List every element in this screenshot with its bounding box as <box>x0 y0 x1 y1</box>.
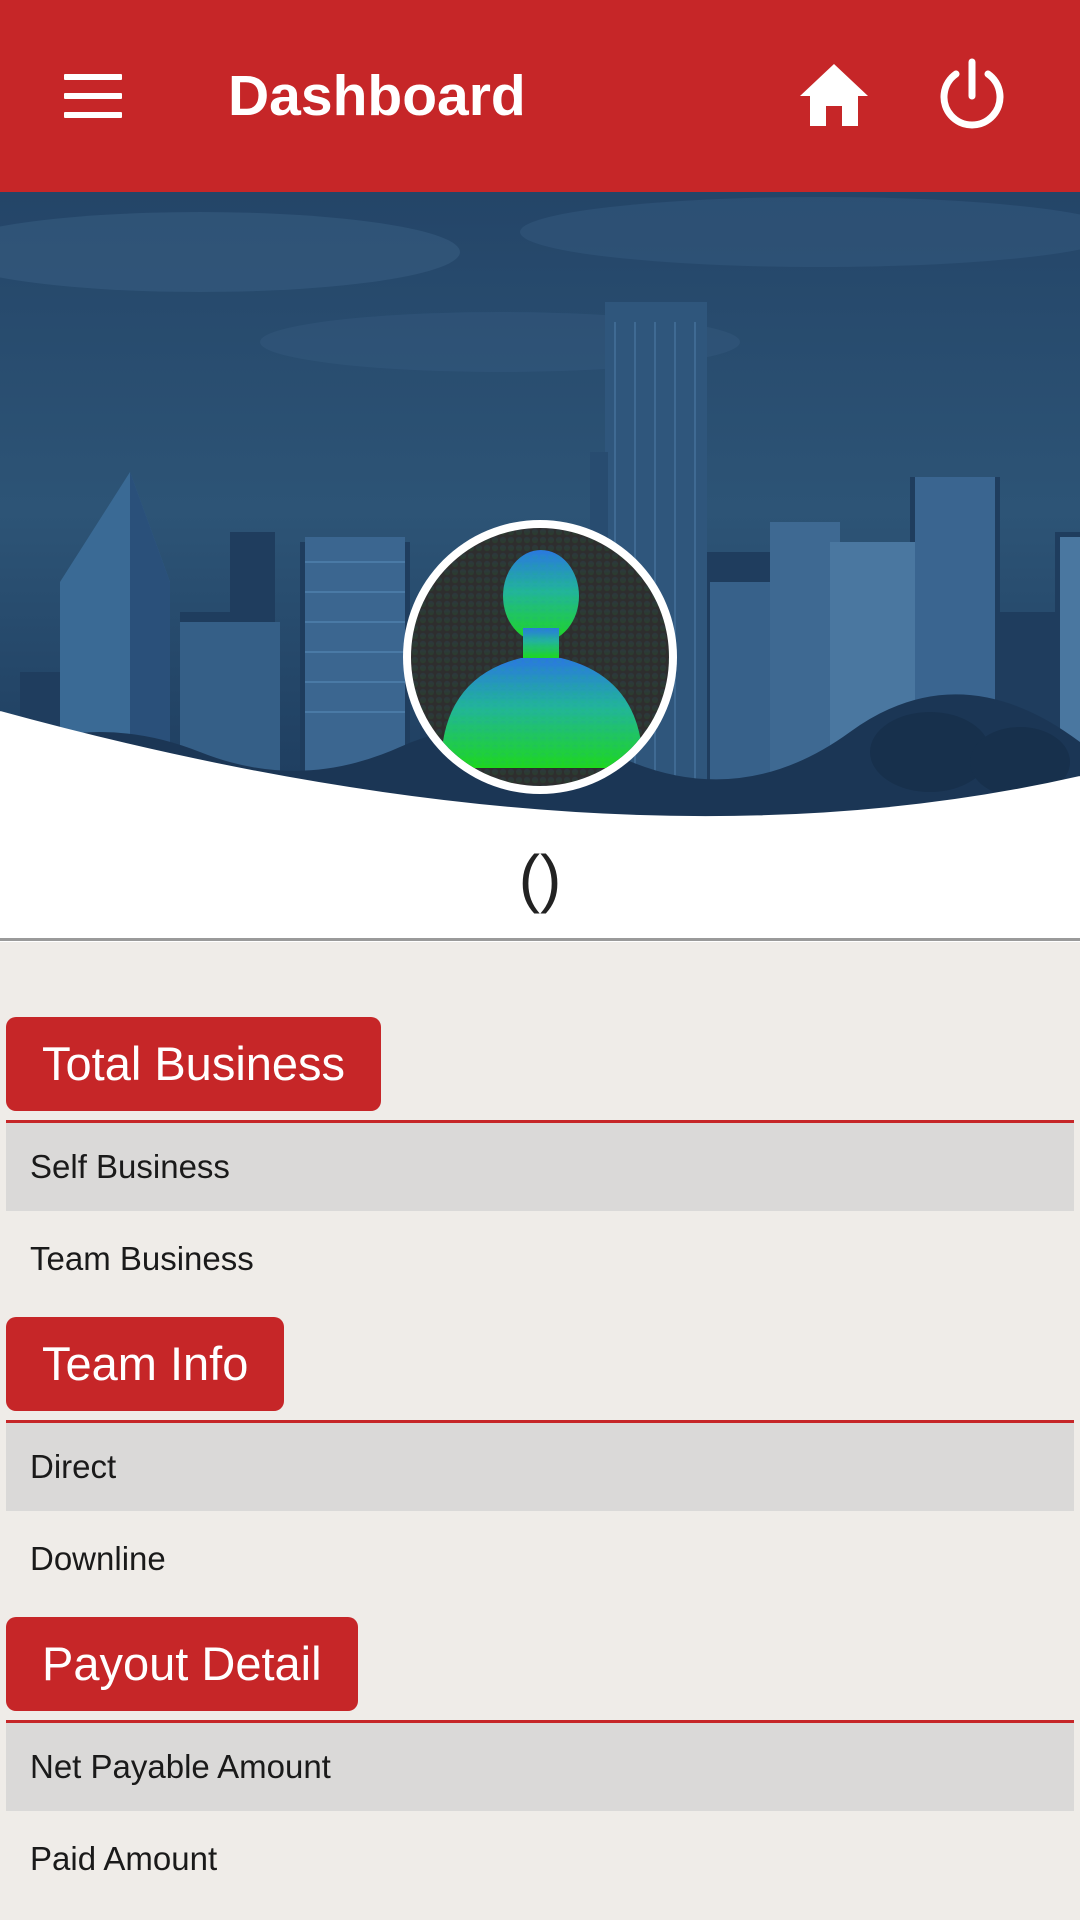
row-downline[interactable]: Downline <box>6 1515 1074 1603</box>
logout-button[interactable] <box>932 56 1012 136</box>
power-icon <box>940 58 1004 129</box>
section-header-total-business: Total Business <box>6 1017 382 1111</box>
avatar[interactable] <box>403 520 677 794</box>
username: () <box>518 842 562 914</box>
page-title: Dashboard <box>228 64 526 128</box>
hamburger-menu-icon-bar <box>64 112 122 118</box>
app-bar: Dashboard <box>0 0 1080 192</box>
row-self-business[interactable]: Self Business <box>6 1123 1074 1211</box>
menu-button[interactable] <box>56 60 128 132</box>
home-icon <box>800 64 868 126</box>
row-paid-amount[interactable]: Paid Amount <box>6 1815 1074 1903</box>
row-direct[interactable]: Direct <box>6 1423 1074 1511</box>
hamburger-menu-icon-bar <box>64 93 122 99</box>
hamburger-menu-icon <box>64 74 122 80</box>
profile-banner <box>0 192 1080 942</box>
section-header-payout-detail: Payout Detail <box>6 1617 358 1711</box>
row-team-business[interactable]: Team Business <box>6 1215 1074 1303</box>
home-button[interactable] <box>796 58 872 134</box>
row-net-payable-amount[interactable]: Net Payable Amount <box>6 1723 1074 1811</box>
user-avatar-icon <box>411 528 669 786</box>
section-header-team-info: Team Info <box>6 1317 285 1411</box>
divider <box>0 938 1080 941</box>
